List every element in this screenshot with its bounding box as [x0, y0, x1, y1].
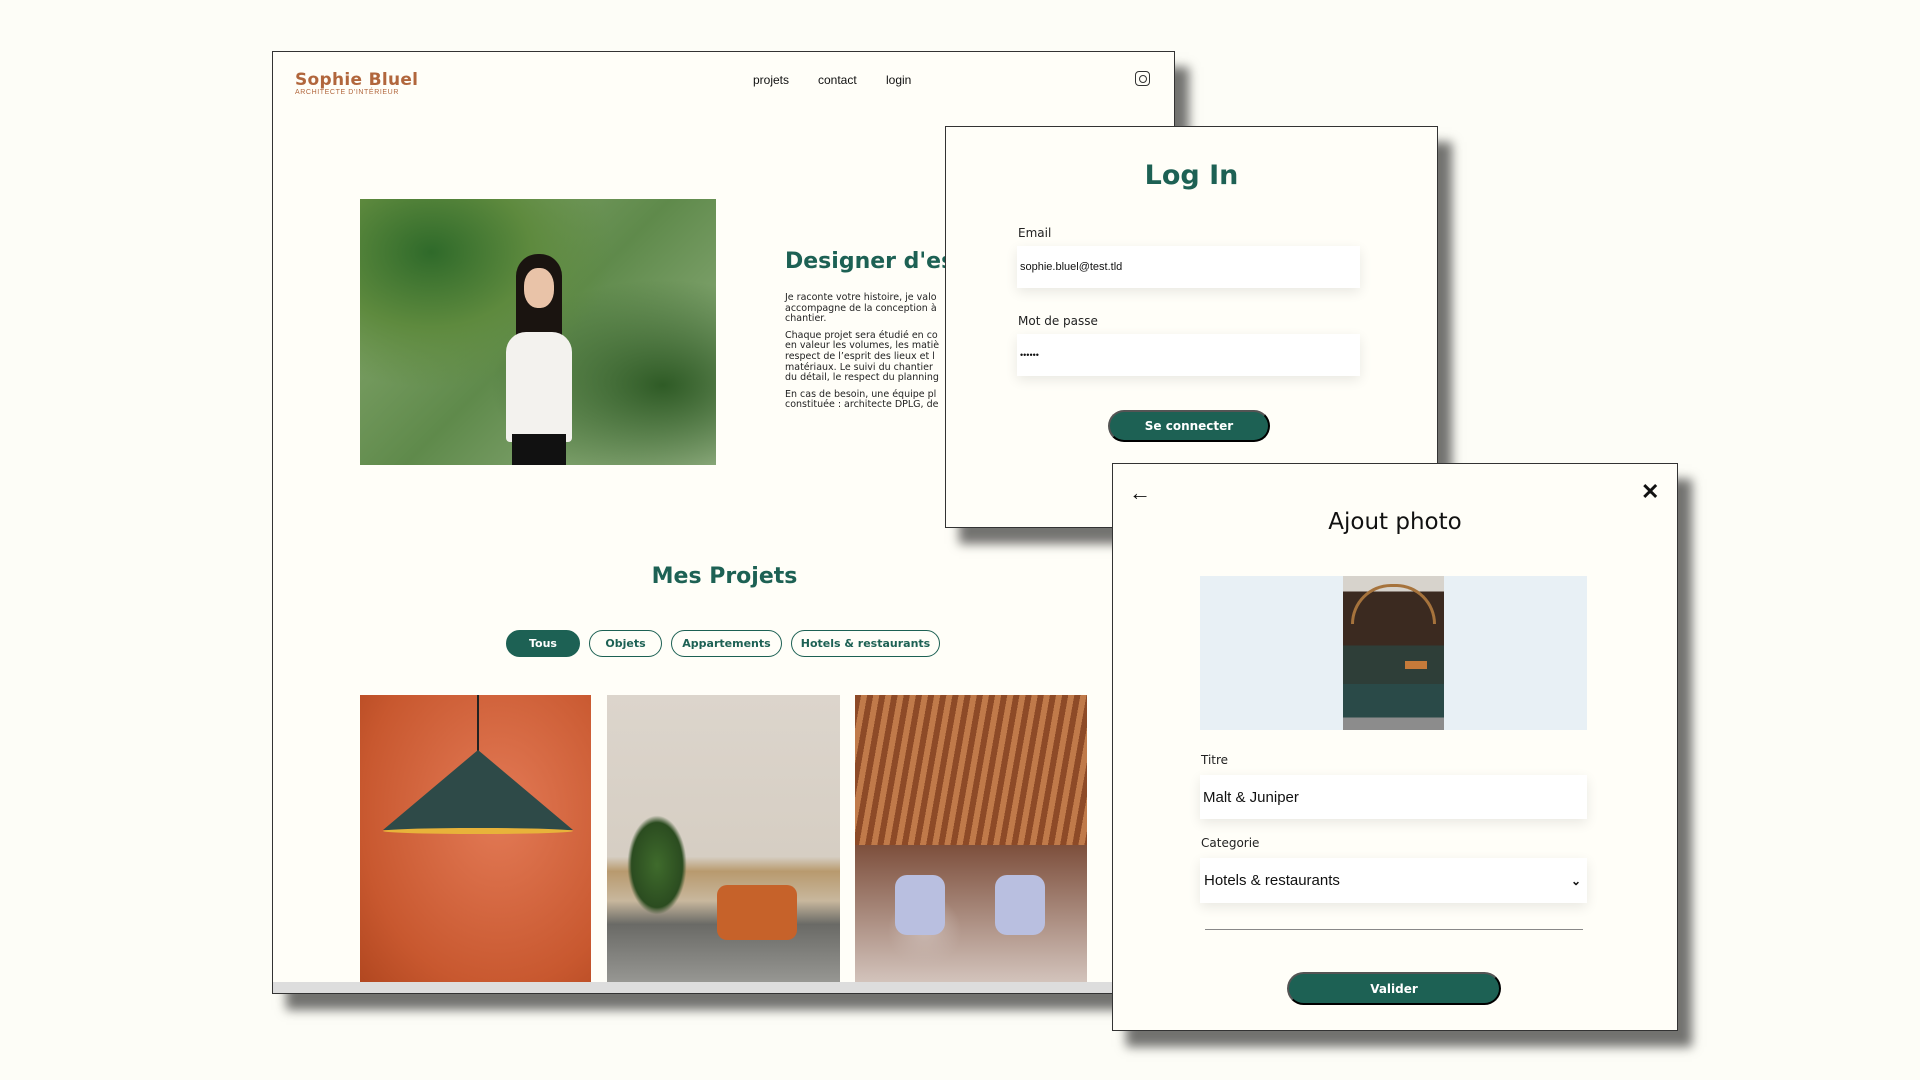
filter-tous[interactable]: Tous — [506, 630, 580, 657]
filter-appartements[interactable]: Appartements — [671, 630, 782, 657]
login-submit-button[interactable]: Se connecter — [1108, 410, 1270, 442]
projects-title: Mes Projets — [651, 564, 798, 589]
validate-button[interactable]: Valider — [1287, 972, 1501, 1005]
photo-preview — [1200, 576, 1587, 730]
category-selected-value: Hotels & restaurants — [1204, 872, 1340, 889]
instagram-icon[interactable] — [1135, 71, 1150, 86]
gallery-item-restaurant[interactable] — [855, 695, 1087, 989]
email-label: Email — [1018, 226, 1052, 240]
title-input[interactable]: Malt & Juniper — [1200, 775, 1587, 819]
chevron-down-icon: ⌄ — [1570, 873, 1581, 888]
preview-image — [1343, 576, 1444, 730]
arrow-left-icon[interactable]: ← — [1129, 482, 1151, 504]
nav-contact[interactable]: contact — [818, 73, 857, 87]
architect-portrait-photo — [360, 199, 716, 465]
nav-login[interactable]: login — [886, 73, 911, 87]
category-select[interactable]: Hotels & restaurants ⌄ — [1200, 858, 1587, 903]
logo-subtitle: ARCHITECTE D'INTÉRIEUR — [295, 89, 399, 96]
gallery-item-living-room[interactable] — [607, 695, 840, 989]
intro-title: Designer d'es — [785, 249, 955, 274]
filter-objets[interactable]: Objets — [589, 630, 662, 657]
email-input[interactable]: sophie.bluel@test.tld — [1017, 246, 1360, 288]
logo[interactable]: Sophie Bluel ARCHITECTE D'INTÉRIEUR — [295, 70, 418, 96]
close-icon[interactable]: ✕ — [1641, 481, 1659, 503]
gallery-item-lamp[interactable] — [360, 695, 591, 989]
category-label: Categorie — [1201, 836, 1260, 850]
divider — [1205, 929, 1583, 930]
nav-projets[interactable]: projets — [753, 73, 789, 87]
password-input[interactable]: •••••• — [1017, 334, 1360, 376]
modal-title: Ajout photo — [1328, 509, 1462, 535]
title-label: Titre — [1201, 753, 1229, 767]
password-label: Mot de passe — [1018, 314, 1098, 328]
filter-hotels-restaurants[interactable]: Hotels & restaurants — [791, 630, 940, 657]
login-title: Log In — [1144, 160, 1239, 191]
add-photo-modal: ← ✕ Ajout photo Titre Malt & Juniper Cat… — [1112, 463, 1678, 1031]
logo-name: Sophie Bluel — [295, 70, 419, 90]
page-bottom-strip — [273, 982, 1174, 993]
